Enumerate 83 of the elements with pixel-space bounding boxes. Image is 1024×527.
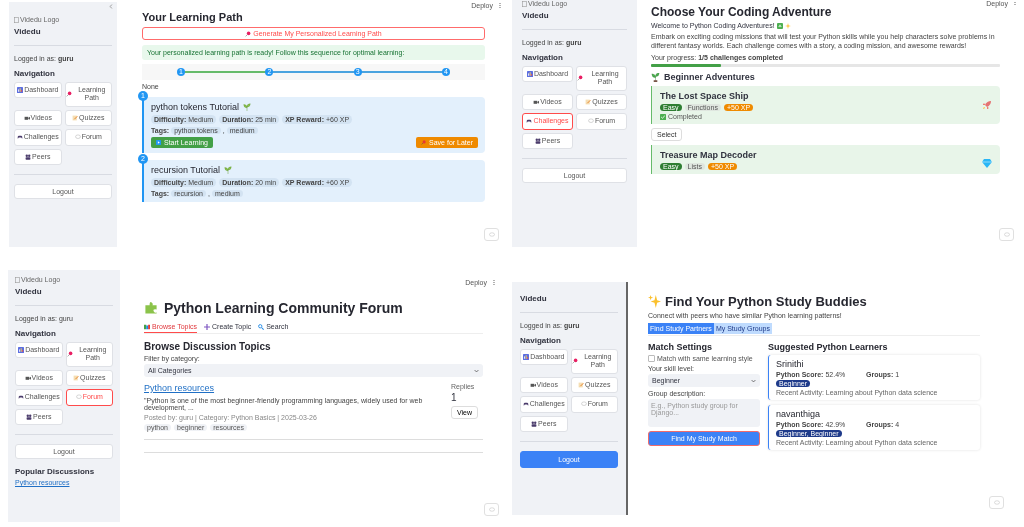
- people-icon: [531, 420, 538, 427]
- section-heading: Browse Discussion Topics: [144, 341, 272, 352]
- speech-bubble-icon: [75, 394, 82, 401]
- lesson-title: python tokens Tutorial: [151, 102, 240, 112]
- replies-count: 1: [451, 392, 458, 403]
- bar-chart-icon: [18, 347, 25, 354]
- speech-bubble-icon: [488, 507, 495, 512]
- people-icon: [534, 137, 541, 144]
- brand-name: Videdu: [520, 294, 548, 303]
- speech-bubble-icon: [488, 232, 495, 237]
- nav-heading: Navigation: [522, 53, 564, 62]
- speech-bubble-icon: [1003, 232, 1010, 237]
- gamepad-icon: [526, 118, 533, 125]
- broken-image-icon: [14, 16, 19, 23]
- chat-button[interactable]: [484, 228, 499, 241]
- sprout-icon: [243, 103, 252, 111]
- pin-icon: [571, 358, 578, 365]
- nav-heading: Navigation: [15, 329, 57, 338]
- gamepad-icon: [16, 134, 23, 141]
- people-icon: [26, 413, 33, 420]
- page-title: Python Learning Community Forum: [164, 300, 403, 316]
- chevron-left-icon[interactable]: [109, 4, 113, 9]
- bar-chart-icon: [526, 71, 533, 78]
- chat-button[interactable]: [999, 228, 1014, 241]
- learner-name: Srinithi: [776, 359, 805, 369]
- brand-name: Videdu: [522, 11, 550, 20]
- bar-chart-icon: [17, 87, 24, 94]
- checkbox-icon: [660, 113, 666, 120]
- search-icon: [258, 323, 265, 330]
- page-title: Choose Your Coding Adventure: [651, 5, 833, 19]
- brand-name: Videdu: [14, 27, 42, 36]
- bar-chart-icon: [523, 354, 530, 361]
- broken-image-icon: [522, 0, 527, 7]
- broken-image-icon: [15, 276, 20, 283]
- plus-icon: [204, 323, 210, 330]
- brand-name: Videdu: [15, 287, 43, 296]
- chevron-down-icon: [474, 368, 479, 373]
- memo-icon: [578, 381, 585, 388]
- page-title: Find Your Python Study Buddies: [665, 294, 867, 309]
- nav-heading: Navigation: [14, 69, 56, 78]
- puzzle-piece-icon: [144, 301, 158, 315]
- nav-heading: Navigation: [520, 336, 562, 345]
- gamepad-icon: [17, 394, 24, 401]
- memo-icon: [73, 374, 80, 381]
- chat-button[interactable]: [484, 503, 499, 516]
- camera-icon: [533, 98, 540, 105]
- speech-bubble-icon: [587, 118, 594, 125]
- challenge-title: The Lost Space Ship: [660, 91, 750, 101]
- play-icon: [156, 140, 161, 145]
- people-icon: [25, 153, 32, 160]
- gem-icon: [982, 159, 992, 168]
- sprout-icon: [224, 166, 233, 174]
- rocket-icon: [982, 100, 992, 110]
- camera-icon: [23, 114, 30, 121]
- pin-icon: [421, 140, 427, 145]
- lesson-title: recursion Tutorial: [151, 165, 221, 175]
- challenge-title: Treasure Map Decoder: [660, 150, 758, 160]
- speech-bubble-icon: [74, 134, 81, 141]
- pin-icon: [577, 75, 583, 82]
- section-heading: Match Settings: [648, 342, 713, 352]
- speech-bubble-icon: [993, 500, 1000, 505]
- camera-icon: [529, 381, 536, 388]
- pin-icon: [65, 91, 72, 98]
- camera-icon: [24, 374, 31, 381]
- pin-icon: [66, 351, 73, 358]
- section-heading: Popular Discussions: [15, 466, 96, 476]
- speech-bubble-icon: [580, 401, 587, 408]
- memo-icon: [585, 98, 592, 105]
- chevron-down-icon: [751, 378, 756, 383]
- memo-icon: [72, 114, 79, 121]
- page-title: Your Learning Path: [142, 11, 244, 23]
- learner-name: navanthiga: [776, 409, 822, 419]
- seedling-icon: [651, 72, 660, 82]
- pin-icon: [245, 30, 252, 37]
- gamepad-icon: [522, 401, 529, 408]
- topic-link[interactable]: Python resources: [144, 383, 215, 393]
- chat-button[interactable]: [989, 496, 1004, 509]
- section-heading: Beginner Adventures: [664, 72, 755, 82]
- sparkle-icon: [648, 295, 661, 308]
- books-icon: [144, 323, 150, 330]
- checkbox[interactable]: [648, 355, 655, 362]
- sparkle-icon: [784, 22, 791, 29]
- section-heading: Suggested Python Learners: [768, 342, 889, 352]
